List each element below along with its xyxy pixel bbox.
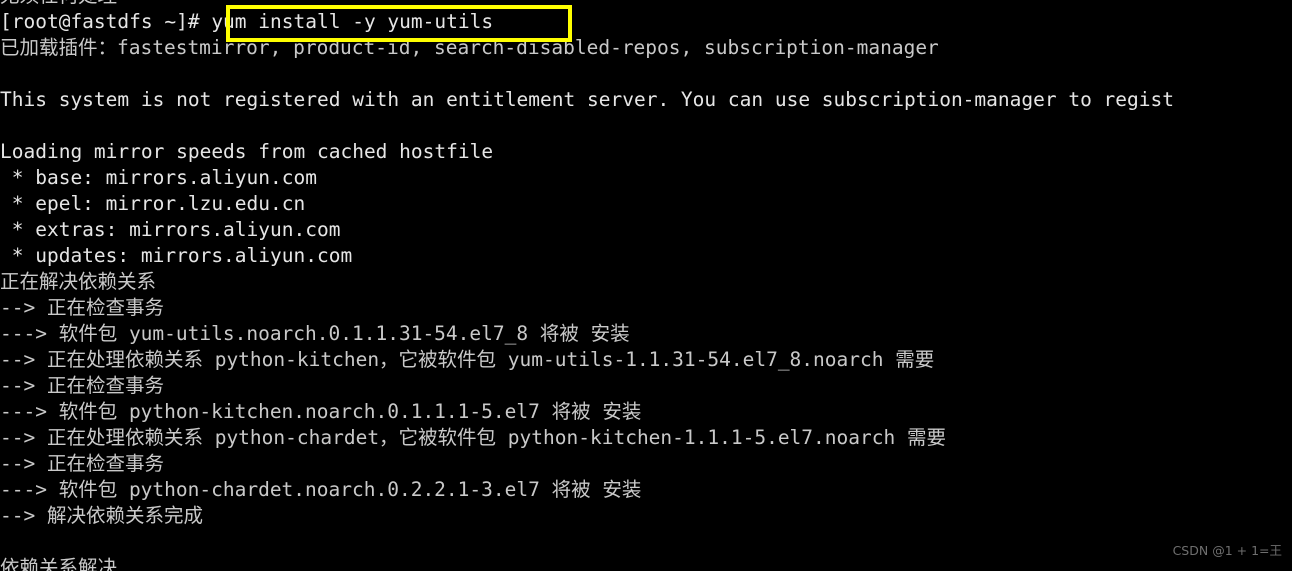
terminal-line: --> 正在处理依赖关系 python-kitchen，它被软件包 yum-ut… (0, 348, 935, 371)
terminal-line: 无须任何处理 (0, 0, 1292, 9)
terminal-line: Loading mirror speeds from cached hostfi… (0, 140, 494, 163)
terminal-line: This system is not registered with an en… (0, 88, 1174, 111)
terminal-line: 已加载插件：fastestmirror, product-id, search-… (0, 36, 939, 59)
terminal-line: --> 正在检查事务 (0, 374, 164, 397)
csdn-watermark: CSDN @1 + 1=王 (1172, 543, 1282, 558)
terminal-line: --> 正在处理依赖关系 python-chardet，它被软件包 python… (0, 426, 946, 449)
terminal-line: ---> 软件包 python-kitchen.noarch.0.1.1.1-5… (0, 400, 642, 423)
terminal-line: 依赖关系解决 (0, 556, 118, 571)
terminal-line: [root@fastdfs ~]# yum install -y yum-uti… (0, 10, 494, 33)
terminal-line: ---> 软件包 yum-utils.noarch.0.1.1.31-54.el… (0, 322, 630, 345)
terminal-line: * epel: mirror.lzu.edu.cn (0, 192, 306, 215)
terminal-line: * updates: mirrors.aliyun.com (0, 244, 353, 267)
terminal-line: --> 解决依赖关系完成 (0, 504, 203, 527)
terminal-line: * extras: mirrors.aliyun.com (0, 218, 341, 241)
terminal-output-area[interactable]: 无须任何处理[root@fastdfs ~]# yum install -y y… (0, 0, 1292, 571)
terminal-line: --> 正在检查事务 (0, 452, 164, 475)
terminal-line: --> 正在检查事务 (0, 296, 164, 319)
terminal-line: 正在解决依赖关系 (0, 270, 157, 293)
terminal-line: * base: mirrors.aliyun.com (0, 166, 317, 189)
terminal-window[interactable]: 无须任何处理[root@fastdfs ~]# yum install -y y… (0, 0, 1292, 571)
terminal-line: ---> 软件包 python-chardet.noarch.0.2.2.1-3… (0, 478, 642, 501)
